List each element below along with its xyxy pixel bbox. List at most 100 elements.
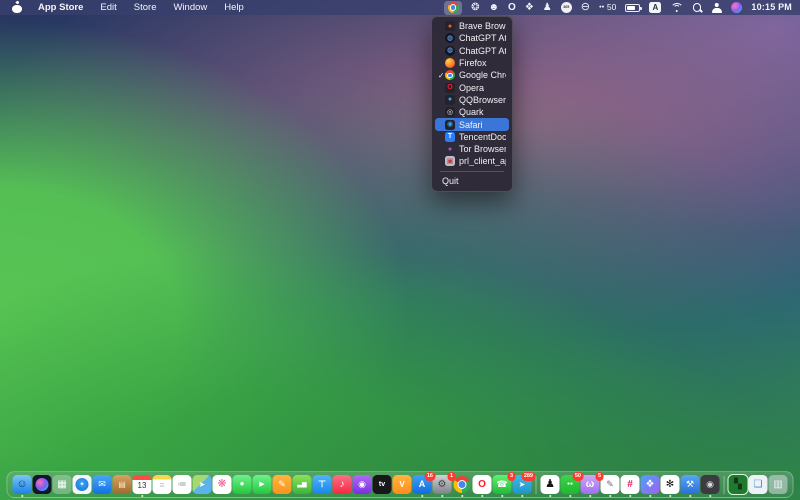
dock-icon-apple-tv[interactable]: tv	[373, 475, 392, 494]
dock-icon-calendar[interactable]: 13	[133, 475, 152, 494]
dock-icon-reminders[interactable]: ≔	[173, 475, 192, 494]
dock-icon-facetime[interactable]: ▶	[253, 475, 272, 494]
dock-icon-opera[interactable]: O	[473, 475, 492, 494]
dock-icon-mail[interactable]: ✉	[93, 475, 112, 494]
dock-icon-music[interactable]: ♪	[333, 475, 352, 494]
menubar-status-area: ❂ ☻ O ❖ ♟ 365 ⊖ ●●50 A 10:15 PM	[444, 1, 792, 15]
status-input-source-icon[interactable]: A	[649, 2, 661, 13]
chrome-icon	[445, 70, 455, 80]
running-indicator	[481, 495, 483, 497]
dock-icon-app-store[interactable]: A16	[413, 475, 432, 494]
dock-icon-notes[interactable]: ≡	[153, 475, 172, 494]
menu-item-quark[interactable]: ◎Quark	[435, 106, 509, 118]
menu-bar: App Store Edit Store Window Help ❂ ☻ O ❖ ♟ 365 ⊖ ●●…	[0, 0, 800, 15]
menu-item-brave-browser[interactable]: ●Brave Browser	[435, 20, 509, 32]
status-opera-status-icon[interactable]: O	[508, 3, 516, 13]
status-siri-icon[interactable]	[731, 2, 742, 13]
menu-item-label: ChatGPT Atlas	[459, 33, 506, 43]
dock-icon-messages[interactable]: ●	[233, 475, 252, 494]
checkmark-icon: ✓	[438, 71, 445, 80]
status-battery-icon[interactable]	[625, 4, 640, 12]
notification-badge: 3	[508, 472, 515, 481]
dock-icon-qq[interactable]: ♟	[541, 475, 560, 494]
quark-icon: ◎	[445, 107, 455, 117]
menu-item-google-chrome[interactable]: ✓ Google Chrome	[435, 69, 509, 81]
menu-item-opera[interactable]: OOpera	[435, 81, 509, 93]
menu-item-quit[interactable]: Quit	[435, 175, 509, 188]
status-notification-bell-icon[interactable]: ♟	[543, 3, 552, 13]
dock-separator	[536, 476, 537, 494]
dock-icon-system-settings[interactable]: ⚙1	[433, 475, 452, 494]
menu-item-safari[interactable]: ◉Safari	[435, 118, 509, 130]
menu-item-tor-browser[interactable]: ●Tor Browser	[435, 143, 509, 155]
running-indicator	[569, 495, 571, 497]
running-indicator	[521, 495, 523, 497]
apple-menu-icon[interactable]	[12, 2, 22, 14]
dock-icon-pages[interactable]: ✎	[273, 475, 292, 494]
dock-icon-siri[interactable]	[33, 475, 52, 494]
dock-icon-podcasts[interactable]: ◉	[353, 475, 372, 494]
dock-icon-maps[interactable]: ➤	[193, 475, 212, 494]
menubar-menu-edit[interactable]: Edit	[100, 2, 116, 13]
dock-icon-photos[interactable]: ❋	[213, 475, 232, 494]
dock-icon-cat-messenger[interactable]: ω5	[581, 475, 600, 494]
dock-icon-wechat[interactable]: ●●50	[561, 475, 580, 494]
dock-icon-contacts[interactable]: ▤	[113, 475, 132, 494]
status-clock[interactable]: 10:15 PM	[751, 3, 792, 12]
menu-item-firefox[interactable]: Firefox	[435, 57, 509, 69]
menu-item-label: Google Chrome	[459, 70, 506, 80]
menu-item-chatgpt-atlas[interactable]: ◍ChatGPT Atlas	[435, 45, 509, 57]
dock-icon-numbers[interactable]: ▃▆	[293, 475, 312, 494]
running-indicator	[141, 495, 143, 497]
menubar-menu-store[interactable]: Store	[134, 2, 157, 13]
quit-label: Quit	[442, 176, 459, 186]
dock-icon-books[interactable]: V	[393, 475, 412, 494]
dock-icon-trash[interactable]: ▥	[769, 475, 788, 494]
status-badge-365-icon[interactable]: 365	[561, 2, 572, 13]
dock-icon-telegram[interactable]: ➤289	[513, 475, 532, 494]
dock-icon-whatsapp[interactable]: ☎3	[493, 475, 512, 494]
dock-icon-camera-app[interactable]: ◉	[701, 475, 720, 494]
status-flower-gear-icon[interactable]: ❂	[471, 3, 479, 13]
dock-icon-game-app[interactable]: ▚	[729, 475, 748, 494]
menubar-menu-app-store[interactable]: App Store	[38, 2, 83, 13]
dock-icon-keynote[interactable]: ⊤	[313, 475, 332, 494]
running-indicator	[21, 495, 23, 497]
running-indicator	[441, 495, 443, 497]
dock-icon-finder[interactable]: ☺	[13, 475, 32, 494]
menu-item-qqbrowser[interactable]: ●QQBrowser	[435, 94, 509, 106]
dock-icon-chatgpt[interactable]: ✻	[661, 475, 680, 494]
dock-icon-safari[interactable]: ✦	[73, 475, 92, 494]
menubar-menu-help[interactable]: Help	[224, 2, 244, 13]
dock-icon-google-chrome[interactable]	[453, 475, 472, 494]
status-wifi-icon[interactable]	[670, 3, 683, 13]
status-dropbox-icon[interactable]: ❖	[525, 3, 534, 13]
running-indicator	[461, 495, 463, 497]
dock-icon-xcode[interactable]: ⚒	[681, 475, 700, 494]
running-indicator	[689, 495, 691, 497]
status-clash-cat-icon[interactable]: ☻	[489, 3, 500, 13]
notification-badge: 50	[573, 472, 583, 481]
running-indicator	[669, 495, 671, 497]
dock-icon-textedit[interactable]: ✎	[601, 475, 620, 494]
menu-item-label: Brave Browser	[459, 21, 506, 31]
chatgpt-atlas-icon: ◍	[445, 46, 455, 56]
status-user-switch-icon[interactable]	[711, 3, 722, 13]
opera-icon: O	[445, 83, 455, 93]
menu-item-prl-client-app[interactable]: ▣prl_client_app	[435, 155, 509, 167]
dock-icon-launchpad[interactable]: ▦	[53, 475, 72, 494]
dock-icon-documents[interactable]: ❏	[749, 475, 768, 494]
chatgpt-atlas-icon: ◍	[445, 33, 455, 43]
running-indicator	[501, 495, 503, 497]
status-spotlight-search-icon[interactable]	[692, 3, 702, 13]
dock-icon-shortcuts[interactable]: ❖	[641, 475, 660, 494]
dock-separator	[724, 476, 725, 494]
status-chrome-menu-extra-icon[interactable]	[444, 1, 462, 15]
menu-item-tencentdocs[interactable]: TTencentDocs	[435, 131, 509, 143]
status-chat-bubbles-icon[interactable]: ●●50	[599, 3, 616, 12]
menubar-menu-window[interactable]: Window	[173, 2, 207, 13]
browser-select-dropdown: ●Brave Browser◍ChatGPT Atlas◍ChatGPT Atl…	[431, 16, 513, 192]
status-do-not-disturb-icon[interactable]: ⊖	[581, 2, 590, 13]
dock-icon-slack[interactable]: #	[621, 475, 640, 494]
menu-item-chatgpt-atlas[interactable]: ◍ ChatGPT Atlas	[435, 32, 509, 44]
